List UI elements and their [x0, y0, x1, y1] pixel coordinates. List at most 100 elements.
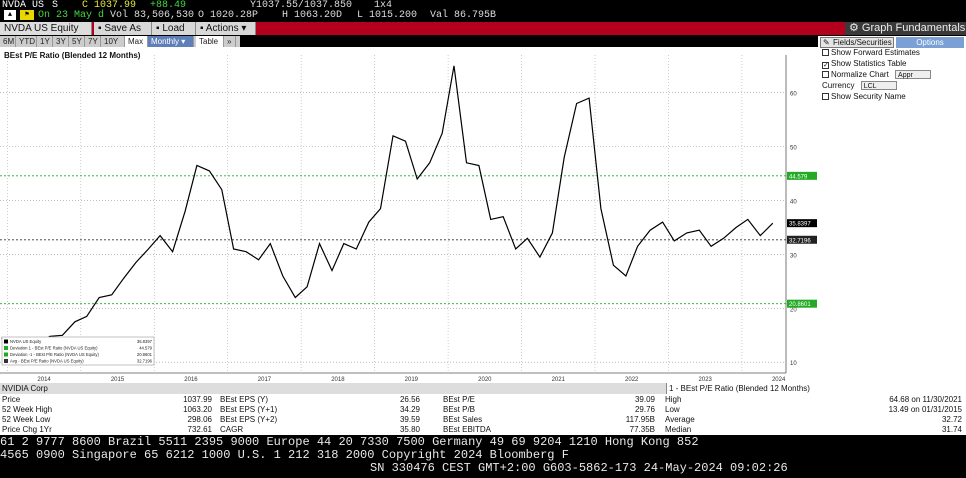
legend-swatch	[4, 352, 8, 357]
y-tick-label: 50	[790, 146, 797, 152]
stat-value: 35.80	[399, 425, 420, 434]
normalize-label: Normalize Chart	[831, 70, 889, 79]
stat-value: 31.74	[941, 425, 962, 434]
chart-mini-icon: ▲	[4, 10, 16, 20]
ticker-low: L 1015.200	[357, 10, 418, 21]
stat-label: Price Chg 1Yr	[2, 425, 52, 434]
stat-label: Low	[665, 405, 680, 414]
footer: 61 2 9777 8600 Brazil 5511 2395 9000 Eur…	[0, 435, 966, 478]
edit-icon: ✎	[823, 38, 830, 47]
normalize-row[interactable]: Normalize Chart Appr	[822, 70, 932, 79]
last-value-label: 35.8397	[789, 222, 811, 228]
stat-value: 64.68 on 11/30/2021	[889, 395, 962, 404]
stat-label: BEst P/E	[443, 395, 476, 404]
chart-area[interactable]: BEst P/E Ratio (Blended 12 Months) 10 20 30…	[0, 47, 818, 383]
tab-max[interactable]: Max	[125, 36, 148, 47]
legend-value: 32.7196	[137, 359, 153, 364]
tab-7y[interactable]: 7Y	[85, 36, 101, 47]
stat-value: 29.76	[634, 405, 655, 414]
stat-label: BEst EPS (Y+2)	[220, 415, 278, 424]
legend-value: 44.579	[139, 346, 152, 351]
alert-icon[interactable]: ⚑	[20, 10, 34, 20]
frequency-dropdown[interactable]: Monthly ▾	[148, 36, 194, 47]
tab-5y[interactable]: 5Y	[69, 36, 85, 47]
stat-value: 34.29	[399, 405, 420, 414]
show-security-checkbox[interactable]	[822, 93, 829, 100]
show-statistics-label: Show Statistics Table	[831, 59, 907, 68]
stat-value: 26.56	[399, 395, 420, 404]
currency-row: Currency LCL	[822, 81, 897, 90]
show-forward-checkbox[interactable]	[822, 49, 829, 56]
normalize-dropdown[interactable]: Appr	[895, 70, 932, 79]
tab-3y[interactable]: 3Y	[53, 36, 69, 47]
chart-title: BEst P/E Ratio (Blended 12 Months)	[4, 51, 141, 60]
currency-label: Currency	[822, 81, 855, 90]
stat-label: Price	[2, 395, 21, 404]
tab-ytd[interactable]: YTD	[16, 36, 37, 47]
stat-label: CAGR	[220, 425, 244, 434]
footer-line-3: SN 330476 CEST GMT+2:00 G603-5862-173 24…	[370, 461, 788, 475]
security-field[interactable]: NVDA US Equity	[0, 22, 92, 35]
chevron-down-icon: ▾	[238, 23, 247, 34]
frequency-label: Monthly	[151, 37, 180, 46]
legend-swatch	[4, 346, 8, 350]
normalize-checkbox[interactable]	[822, 71, 829, 78]
ticker-strip: NVDA US S C 1037.99 +88.49 Y1037.55/1037…	[0, 0, 966, 22]
legend-value: 35.8397	[137, 339, 153, 344]
footer-line-2: 4565 0900 Singapore 65 6212 1000 U.S. 1 …	[0, 448, 569, 462]
panel-title: ⚙ Graph Fundamentals	[845, 22, 966, 35]
stat-value: 39.09	[634, 395, 655, 404]
stat-value: 298.06	[187, 415, 212, 424]
tab-1y[interactable]: 1Y	[37, 36, 53, 47]
legend-value: 20.8601	[137, 352, 153, 357]
statistics-table: Price 1037.99 52 Week High 1063.20 52 Week L…	[0, 394, 966, 435]
footer-line-1: 61 2 9777 8600 Brazil 5511 2395 9000 Eur…	[0, 435, 699, 449]
options-button[interactable]: Options	[896, 37, 964, 48]
stat-label: BEst P/B	[443, 405, 476, 414]
show-forward-row[interactable]: Show Forward Estimates	[822, 48, 920, 57]
y-tick-label: 30	[790, 253, 797, 259]
save-as-button[interactable]: ▪ Save As	[94, 22, 152, 35]
series-caption: 1 - BEst P/E Ratio (Blended 12 Months)	[666, 383, 966, 394]
show-forward-label: Show Forward Estimates	[831, 48, 920, 57]
currency-dropdown[interactable]: LCL	[860, 81, 897, 90]
show-security-row[interactable]: Show Security Name	[822, 92, 906, 101]
stat-label: High	[665, 395, 682, 404]
company-name: NVIDIA Corp	[2, 384, 48, 393]
tab-10y[interactable]: 10Y	[101, 36, 125, 47]
reference-value-label: 32.7196	[789, 238, 811, 244]
y-tick-label: 20	[790, 307, 797, 313]
stat-value: 32.72	[941, 415, 962, 424]
ticker-val: Val 86.795B	[430, 10, 497, 21]
stat-value: 117.95B	[625, 415, 655, 424]
tab-table[interactable]: Table	[196, 36, 224, 47]
stat-value: 732.61	[187, 425, 212, 434]
reference-value-label: 44.579	[789, 174, 808, 180]
options-panel: ✎ Fields/Securities Options Show Forward …	[818, 36, 966, 383]
legend-label: Avg - BEst P/E Ratio (NVDA US Equity)	[10, 359, 84, 364]
stat-label: BEst EPS (Y)	[220, 395, 269, 404]
panel-title-text: Graph Fundamentals	[861, 22, 966, 34]
pe-ratio-chart[interactable]: BEst P/E Ratio (Blended 12 Months) 10 20 30…	[0, 47, 818, 383]
actions-button[interactable]: ▪ Actions ▾	[196, 22, 256, 35]
show-security-label: Show Security Name	[831, 92, 906, 101]
expand-icon[interactable]: »	[224, 36, 236, 47]
stat-label: Average	[665, 415, 695, 424]
stat-value: 77.35B	[629, 425, 655, 434]
currency-value: LCL	[863, 83, 877, 90]
show-statistics-row[interactable]: ✓ Show Statistics Table	[822, 59, 906, 69]
y-tick-label: 40	[790, 200, 797, 206]
range-tab-bar: 6M YTD 1Y 3Y 5Y 7Y 10Y Max Monthly ▾ Tab…	[0, 36, 240, 47]
load-button[interactable]: ▪ Load	[152, 22, 196, 35]
tab-6m[interactable]: 6M	[0, 36, 16, 47]
stat-label: 52 Week High	[2, 405, 53, 414]
legend-label: Deviation -1 - BEst P/E Ratio (NVDA US E…	[10, 352, 100, 357]
pe-ratio-line	[1, 65, 774, 345]
show-statistics-checkbox[interactable]: ✓	[822, 62, 829, 69]
fields-securities-button[interactable]: ✎ Fields/Securities	[820, 37, 894, 48]
ticker-volume: Vol 83,506,530	[110, 10, 195, 21]
stat-value: 39.59	[399, 415, 420, 424]
legend-label: Deviation 1 - BEst P/E Ratio (NVDA US Eq…	[10, 346, 98, 351]
ticker-high: H 1063.20D	[282, 10, 343, 21]
chevron-down-icon: ▾	[179, 37, 186, 46]
